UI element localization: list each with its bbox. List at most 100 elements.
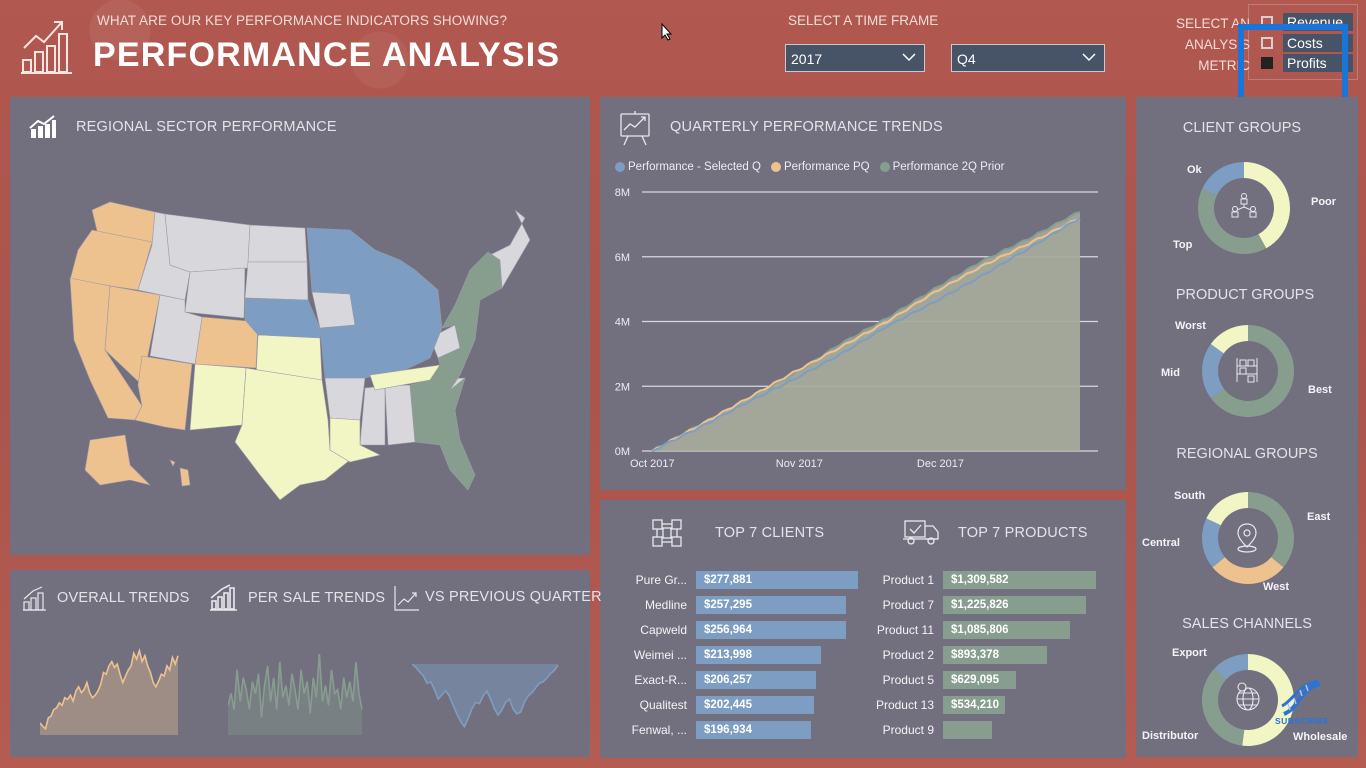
bar-value-label: $534,210 [951,699,999,711]
donut-label-central: Central [1142,537,1180,549]
donut-label-ok: Ok [1187,164,1202,176]
state-nd[interactable] [247,224,308,263]
bar-category-label: Fenwal, ... [631,723,687,737]
product-groups-title: PRODUCT GROUPS [1175,287,1315,303]
bar[interactable] [943,721,993,739]
donut-label-worst: Worst [1175,320,1206,332]
legend-item[interactable]: Performance - Selected Q [615,161,761,173]
top-products-title: TOP 7 PRODUCTS [958,525,1088,541]
time-frame-label: SELECT A TIME FRAME [788,13,939,28]
regional-sector-title: REGIONAL SECTOR PERFORMANCE [76,119,337,135]
donut-slice[interactable] [1212,557,1284,584]
top-clients-title: TOP 7 CLIENTS [715,525,825,541]
state-ia[interactable] [311,291,356,329]
mouse-cursor-icon [661,23,673,41]
metric-label: SELECT AN ANALYSIS METRIC [1160,13,1250,76]
y-tick-label: 0M [615,446,630,458]
bar-category-label: Capweld [640,623,687,637]
state-ne[interactable] [244,297,321,339]
bar-category-label: Weimei ... [633,648,687,662]
legend-label: Performance - Selected Q [628,161,761,173]
state-wy[interactable] [184,267,246,319]
state-az[interactable] [134,355,193,431]
bar-value-label: $629,095 [951,674,999,686]
year-dropdown-value: 2017 [791,51,823,67]
state-sd[interactable] [244,261,309,301]
y-tick-label: 4M [615,317,630,329]
chevron-down-icon [902,53,916,62]
chart-legend: Performance - Selected Q Performance PQ … [615,161,1004,173]
quarter-dropdown[interactable]: Q4 [951,44,1105,72]
page-title: PERFORMANCE ANALYSIS [93,36,561,74]
state-nm[interactable] [189,363,247,431]
donut-label-poor: Poor [1311,196,1337,208]
legend-item[interactable]: Performance 2Q Prior [879,161,1004,173]
bar-category-label: Pure Gr... [635,573,687,587]
quarterly-trends-title: QUARTERLY PERFORMANCE TRENDS [670,119,943,135]
bar-value-label: $277,881 [704,574,752,586]
chevron-down-icon [1082,53,1096,62]
bar-category-label: Qualitest [639,698,687,712]
bar-value-label: $1,309,582 [951,574,1009,586]
donut-label-best: Best [1308,384,1332,396]
bar-value-label: $257,295 [704,599,752,611]
overall-trends-title: OVERALL TRENDS [57,590,190,606]
donut-label-top: Top [1173,239,1193,251]
donut-slice[interactable] [1202,162,1244,196]
quarterly-area-chart[interactable]: 0M 2M 4M 6M 8M Oct 2017 Nov 2017 Dec 2017 [600,180,1130,480]
bar-growth-icon [23,586,46,611]
donut-label-south: South [1174,490,1206,502]
per-sale-trends-sparkline[interactable] [228,650,364,737]
state-ak[interactable] [84,434,151,486]
growth-chart-icon [21,21,72,74]
bar-category-label: Product 11 [876,623,934,637]
bar-value-label: $213,998 [704,649,752,661]
overall-trends-sparkline[interactable] [40,645,180,737]
sparkline-area [40,650,178,735]
bar-category-label: Product 9 [882,723,934,737]
donut-slice[interactable] [1202,343,1224,399]
y-tick-label: 6M [615,252,630,264]
donut-label-mid: Mid [1161,367,1180,379]
quarter-dropdown-value: Q4 [957,51,976,67]
state-ms[interactable] [359,385,386,446]
bar-value-label: $196,934 [704,724,752,736]
line-chart-icon [394,586,419,611]
vs-previous-quarter-title: VS PREVIOUS QUARTER [425,589,602,605]
state-mt[interactable] [164,213,251,273]
state-hi[interactable] [169,459,191,487]
bar-category-label: Product 13 [875,698,934,712]
legend-label: Performance PQ [783,161,870,173]
donut-slice[interactable] [1206,492,1248,526]
bar-value-label: $893,378 [951,649,999,661]
vs-previous-quarter-sparkline[interactable] [412,660,560,734]
state-co[interactable] [194,316,259,369]
location-pin-icon [1237,523,1257,553]
bar-category-label: Product 5 [882,673,934,687]
bar-value-label: $256,964 [704,624,752,636]
metric-label-line: METRIC [1198,58,1250,73]
puzzle-network-icon [652,519,682,547]
subscribe-watermark[interactable]: SUBSCRIBE [1275,716,1330,726]
sales-channels-title: SALES CHANNELS [1182,616,1312,632]
sparkline-area [412,664,558,727]
state-ar[interactable] [324,377,366,421]
people-network-icon [1231,193,1257,218]
donut-label-wholesale: Wholesale [1293,731,1348,743]
bar-value-label: $1,085,806 [951,624,1009,636]
per-sale-trends-title: PER SALE TRENDS [248,590,386,606]
year-dropdown[interactable]: 2017 [785,44,925,72]
y-tick-label: 8M [615,187,630,199]
x-tick-label: Dec 2017 [917,458,964,470]
legend-item[interactable]: Performance PQ [770,161,870,173]
us-map[interactable] [30,180,570,510]
regional-groups-title: REGIONAL GROUPS [1176,446,1318,462]
dna-helix-icon[interactable] [1280,680,1322,718]
legend-dot [770,162,781,172]
delivery-truck-icon [903,520,939,545]
globe-icon [1236,682,1260,711]
bar-category-label: Medline [644,598,687,612]
bar-value-label: $1,225,826 [951,599,1009,611]
focus-highlight-rectangle [1238,24,1348,108]
page-subtitle: WHAT ARE OUR KEY PERFORMANCE INDICATORS … [97,13,508,28]
